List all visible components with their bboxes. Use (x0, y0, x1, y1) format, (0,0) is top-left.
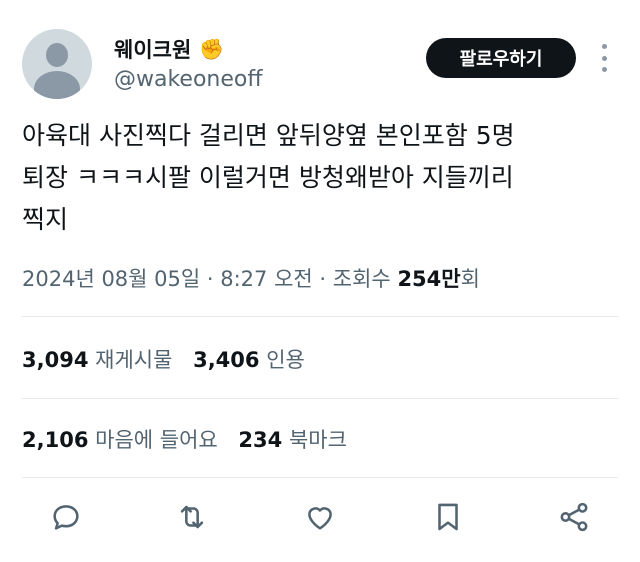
stats-row-reposts: 3,094 재게시물 3,406 인용 (22, 344, 305, 374)
likes-label: 마음에 들어요 (95, 428, 218, 452)
tweet-date[interactable]: 2024년 08월 05일 (22, 267, 200, 291)
divider (22, 398, 618, 399)
tweet-text: 아육대 사진찍다 걸리면 앞뒤양옆 본인포함 5명 퇴장 ㅋㅋㅋ시팔 이럴거면 … (22, 121, 515, 234)
share-icon[interactable] (552, 495, 596, 539)
action-bar (0, 495, 640, 539)
user-handle[interactable]: @wakeoneoff (114, 67, 263, 92)
views-label: 조회수 (332, 267, 391, 291)
default-avatar-icon-head (46, 43, 68, 67)
quotes-stat[interactable]: 3,406 인용 (193, 348, 305, 372)
views-suffix: 회 (460, 267, 480, 291)
retweets-label: 재게시물 (95, 348, 173, 372)
retweets-count: 3,094 (22, 348, 89, 372)
follow-button[interactable]: 팔로우하기 (426, 38, 576, 78)
divider (22, 477, 618, 478)
more-options-icon[interactable] (596, 44, 612, 72)
tweet-time[interactable]: 8:27 오전 (220, 267, 312, 291)
meta-separator: · (319, 267, 333, 291)
display-name-row: 웨이크원 ✊ (114, 34, 224, 64)
likes-count: 2,106 (22, 428, 89, 452)
meta-separator: · (206, 267, 221, 291)
like-icon[interactable] (298, 495, 342, 539)
quotes-count: 3,406 (193, 348, 260, 372)
bookmarks-stat[interactable]: 234 북마크 (238, 428, 347, 452)
quotes-label: 인용 (266, 348, 305, 372)
views-count: 254만 (397, 267, 461, 291)
bookmarks-count: 234 (238, 428, 283, 452)
fist-emoji-icon: ✊ (199, 37, 225, 61)
display-name[interactable]: 웨이크원 (114, 34, 191, 64)
likes-stat[interactable]: 2,106 마음에 들어요 (22, 428, 218, 452)
bookmarks-label: 북마크 (288, 428, 347, 452)
retweet-icon[interactable] (170, 495, 214, 539)
bookmark-icon[interactable] (426, 495, 470, 539)
default-avatar-icon-body (34, 71, 80, 99)
retweets-stat[interactable]: 3,094 재게시물 (22, 348, 172, 372)
stats-row-likes: 2,106 마음에 들어요 234 북마크 (22, 424, 347, 454)
divider (22, 316, 618, 317)
avatar[interactable] (22, 29, 92, 99)
tweet-meta: 2024년 08월 05일 · 8:27 오전 · 조회수 254만회 (22, 263, 480, 293)
reply-icon[interactable] (44, 495, 88, 539)
